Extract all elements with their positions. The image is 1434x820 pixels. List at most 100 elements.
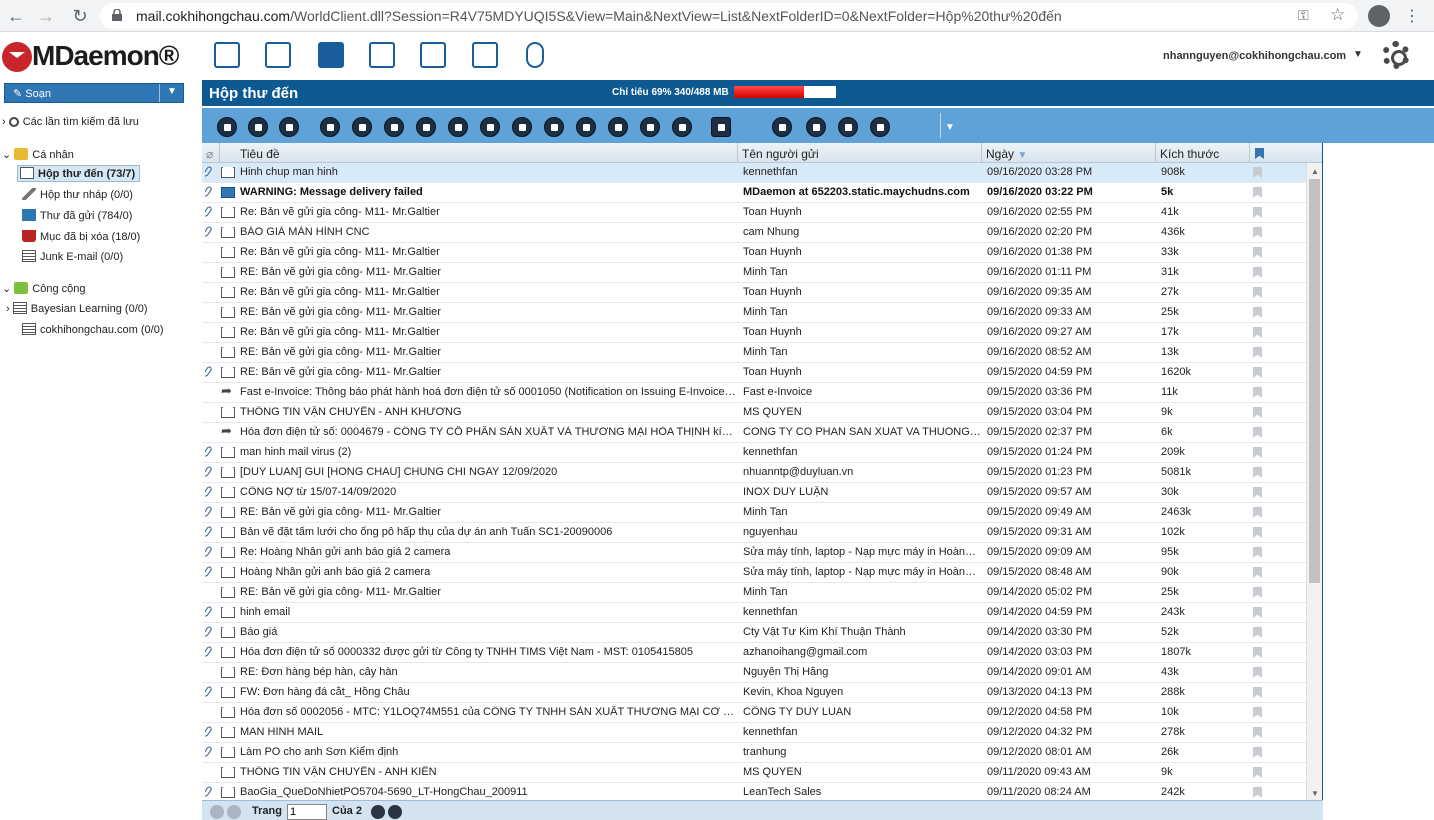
- thumbs-up-icon[interactable]: [870, 117, 890, 137]
- flag-icon[interactable]: [1253, 607, 1265, 621]
- target-icon[interactable]: [640, 117, 660, 137]
- table-row[interactable]: THÔNG TIN VẬN CHUYỂN - ANH KIÊN MS QUYEN 0…: [202, 763, 1322, 783]
- flag-icon[interactable]: [1253, 507, 1265, 521]
- compose-dropdown-icon[interactable]: ▼: [167, 86, 177, 97]
- mail-app-icon[interactable]: [214, 42, 240, 68]
- scroll-down-icon[interactable]: ▼: [1311, 789, 1319, 798]
- flag-icon[interactable]: [1253, 667, 1265, 681]
- previous-icon[interactable]: [480, 117, 500, 137]
- table-row[interactable]: FW: Đơn hàng đá cắt_ Hồng Châu Kevin, Kho…: [202, 683, 1322, 703]
- table-row[interactable]: man hinh mail virus (2) kennethfan 09/15/2…: [202, 443, 1322, 463]
- flag-icon[interactable]: [1253, 647, 1265, 661]
- profile-avatar-icon[interactable]: [1368, 5, 1390, 27]
- flag-icon[interactable]: [1253, 247, 1265, 261]
- junk-filter-icon[interactable]: [806, 117, 826, 137]
- table-row[interactable]: CÔNG NỢ từ 15/07-14/09/2020 INOX DUY LUẬN…: [202, 483, 1322, 503]
- first-page-icon[interactable]: [210, 805, 224, 819]
- flag-icon[interactable]: [1253, 627, 1265, 641]
- refresh-icon[interactable]: [320, 117, 340, 137]
- print-icon[interactable]: [217, 117, 237, 137]
- tasks-app-icon[interactable]: [369, 42, 395, 68]
- column-date[interactable]: Ngày ▼: [986, 147, 1027, 161]
- table-row[interactable]: [DUY LUAN] GUI [HONG CHAU] CHUNG CHI NGA…: [202, 463, 1322, 483]
- table-row[interactable]: RE: Bản vẽ gửi gia công- M11- Mr.Galtier…: [202, 303, 1322, 323]
- table-row[interactable]: BaoGia_QueDoNhietPO5704-5690_LT-HongChau…: [202, 783, 1322, 800]
- flag-icon[interactable]: [1253, 447, 1265, 461]
- column-size[interactable]: Kích thước: [1160, 147, 1219, 161]
- source-icon[interactable]: [608, 117, 628, 137]
- flag-icon[interactable]: [1253, 167, 1265, 181]
- flag-icon[interactable]: [1253, 767, 1265, 781]
- forward-icon[interactable]: →: [36, 6, 56, 26]
- documents-app-icon[interactable]: [472, 42, 498, 68]
- chevron-down-icon[interactable]: ▼: [1353, 49, 1363, 60]
- view-layout-icon[interactable]: [711, 117, 731, 137]
- flag-icon[interactable]: [1253, 687, 1265, 701]
- next-page-icon[interactable]: [371, 805, 385, 819]
- table-row[interactable]: Hóa đơn điện tử số: 0004679 - CÔNG TY CỔ…: [202, 423, 1322, 443]
- attachment-column-icon[interactable]: ⌀: [206, 147, 213, 161]
- table-row[interactable]: Re: Bản vẽ gửi gia công- M11- Mr.Galtier…: [202, 323, 1322, 343]
- table-row[interactable]: Re: Bản vẽ gửi gia công- M11- Mr.Galtier…: [202, 203, 1322, 223]
- calendar-app-icon[interactable]: [265, 42, 291, 68]
- table-row[interactable]: RE: Bản vẽ gửi gia công- M11- Mr.Galtier…: [202, 583, 1322, 603]
- sidebar-item-sent[interactable]: Thư đã gửi (784/0): [22, 209, 132, 222]
- address-bar[interactable]: mail.cokhihongchau.com/WorldClient.dll?S…: [100, 3, 1358, 29]
- flag-icon[interactable]: [1253, 787, 1265, 800]
- saved-searches[interactable]: › Các lần tìm kiếm đã lưu: [2, 116, 139, 128]
- gear-icon[interactable]: [1382, 41, 1410, 69]
- flag-icon[interactable]: [1253, 527, 1265, 541]
- table-row[interactable]: Re: Hoàng Nhân gửi anh báo giá 2 camera S…: [202, 543, 1322, 563]
- save-icon[interactable]: [576, 117, 596, 137]
- flag-icon[interactable]: [1253, 367, 1265, 381]
- personal-folders[interactable]: ⌄ Cá nhân: [2, 148, 74, 161]
- flag-icon[interactable]: [1253, 307, 1265, 321]
- table-row[interactable]: RE: Đơn hàng bép hàn, cây hàn Nguyễn Thị …: [202, 663, 1322, 683]
- sidebar-item-cokhihongchau[interactable]: cokhihongchau.com (0/0): [22, 323, 164, 336]
- browser-menu-icon[interactable]: ⋮: [1404, 6, 1420, 26]
- table-row[interactable]: Hinh chup man hinh kennethfan 09/16/2020 0…: [202, 163, 1322, 183]
- flag-icon[interactable]: [1253, 287, 1265, 301]
- flag-icon[interactable]: [1253, 387, 1265, 401]
- flag-icon[interactable]: [1253, 707, 1265, 721]
- contacts-app-icon[interactable]: [318, 42, 344, 68]
- table-row[interactable]: MAN HINH MAIL kennethfan 09/12/2020 04:32 …: [202, 723, 1322, 743]
- sidebar-item-junk[interactable]: Junk E-mail (0/0): [22, 250, 123, 263]
- tag-icon[interactable]: [672, 117, 692, 137]
- table-row[interactable]: Bản vẽ đặt tấm lưới cho ống pô hấp thụ c…: [202, 523, 1322, 543]
- page-number-input[interactable]: [287, 804, 327, 820]
- table-row[interactable]: Re: Bản vẽ gửi gia công- M11- Mr.Galtier…: [202, 243, 1322, 263]
- table-row[interactable]: hinh email kennethfan 09/14/2020 04:59 PM 2…: [202, 603, 1322, 623]
- reload-icon[interactable]: ↻: [70, 6, 90, 26]
- flag-icon[interactable]: [1253, 347, 1265, 361]
- next-icon[interactable]: [512, 117, 532, 137]
- sidebar-item-inbox[interactable]: Hộp thư đến (73/7): [17, 165, 141, 182]
- flag-icon[interactable]: [1253, 207, 1265, 221]
- table-row[interactable]: RE: Bản vẽ gửi gia công- M11- Mr.Galtier…: [202, 363, 1322, 383]
- user-email[interactable]: nhannguyen@cokhihongchau.com: [1163, 50, 1346, 62]
- table-row[interactable]: RE: Bản vẽ gửi gia công- M11- Mr.Galtier…: [202, 263, 1322, 283]
- table-row[interactable]: Báo giá Cty Vật Tư Kim Khí Thuận Thành 09/…: [202, 623, 1322, 643]
- flag-icon[interactable]: [1253, 747, 1265, 761]
- table-row[interactable]: Hoàng Nhân gửi anh báo giá 2 camera Sửa m…: [202, 563, 1322, 583]
- sidebar-item-bayesian[interactable]: › Bayesian Learning (0/0): [6, 302, 148, 315]
- search-icon[interactable]: [772, 117, 792, 137]
- reply-icon[interactable]: [352, 117, 372, 137]
- flag-icon[interactable]: [1253, 487, 1265, 501]
- move-icon[interactable]: [448, 117, 468, 137]
- flag-icon[interactable]: [1253, 267, 1265, 281]
- public-folders[interactable]: ⌄ Công cộng: [2, 282, 86, 295]
- scroll-up-icon[interactable]: ▲: [1311, 167, 1319, 176]
- table-row[interactable]: Re: Bản vẽ gửi gia công- M11- Mr.Galtier…: [202, 283, 1322, 303]
- flag-icon[interactable]: [1253, 427, 1265, 441]
- table-row[interactable]: RE: Bản vẽ gửi gia công- M11- Mr.Galtier…: [202, 343, 1322, 363]
- table-row[interactable]: Fast e-Invoice: Thông báo phát hành hoá …: [202, 383, 1322, 403]
- flag-column-icon[interactable]: [1255, 148, 1264, 162]
- notes-app-icon[interactable]: [420, 42, 446, 68]
- table-row[interactable]: Làm PO cho anh Sơn Kiểm định tranhung 09/1…: [202, 743, 1322, 763]
- table-row[interactable]: RE: Bản vẽ gửi gia công- M11- Mr.Galtier…: [202, 503, 1322, 523]
- table-row[interactable]: BÁO GIÁ MÀN HÌNH CNC cam Nhung 09/16/2020 …: [202, 223, 1322, 243]
- flag-icon[interactable]: [1253, 407, 1265, 421]
- delete-icon[interactable]: [279, 117, 299, 137]
- microphone-app-icon[interactable]: [526, 42, 544, 68]
